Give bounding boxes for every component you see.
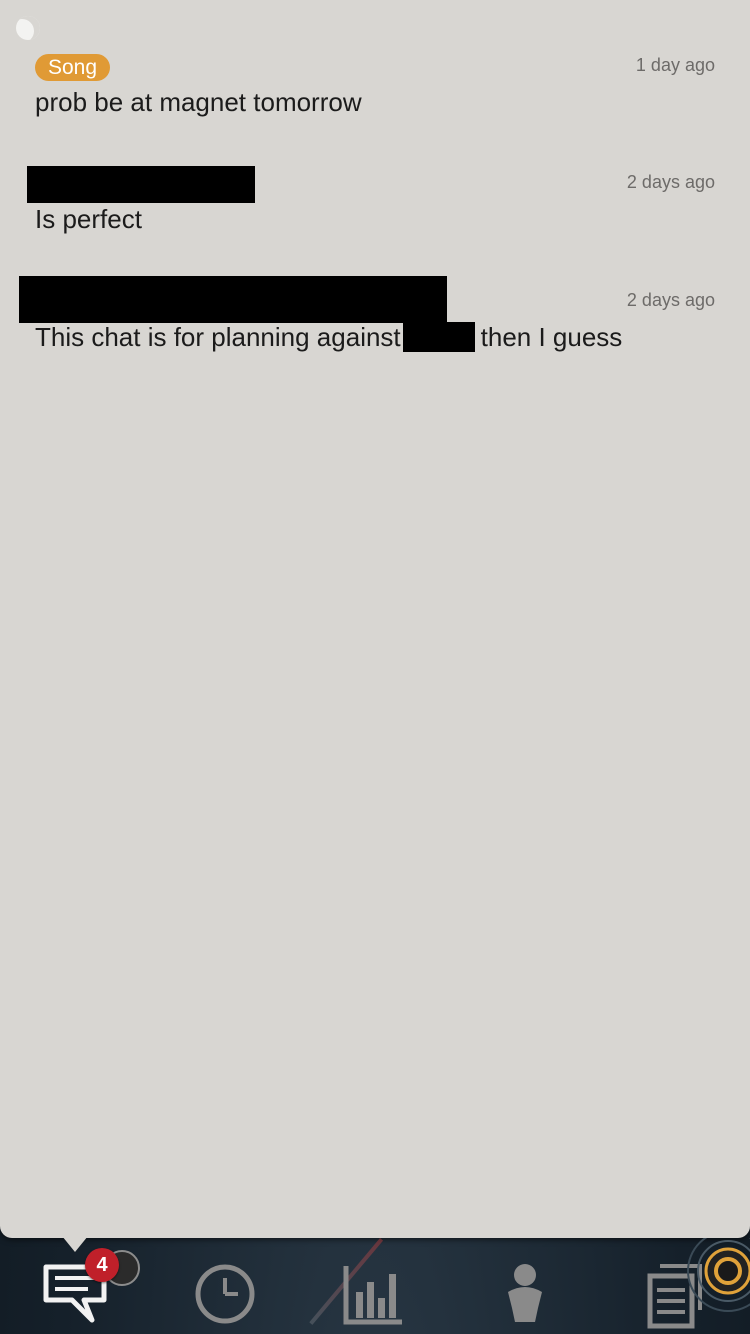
chat-badge: 4 xyxy=(85,1248,119,1282)
nav-settings[interactable] xyxy=(680,1238,750,1334)
clock-icon xyxy=(195,1264,255,1324)
sender-tag[interactable]: Song xyxy=(35,54,111,81)
message-text-before: This chat is for planning against xyxy=(35,322,401,352)
message-time: 2 days ago xyxy=(626,290,715,310)
message-text: prob be at magnet tomorrow xyxy=(35,87,362,117)
person-icon xyxy=(508,1264,542,1322)
screen: Song 1 day ago prob be at magnet tomorro… xyxy=(0,0,750,1334)
message-text: This chat is for planning against then I … xyxy=(35,322,622,353)
bar-chart-icon xyxy=(343,1266,402,1325)
message-text: Is perfect xyxy=(35,204,142,234)
message-time: 1 day ago xyxy=(635,55,715,75)
nav-stats[interactable] xyxy=(330,1248,420,1334)
redacted-word xyxy=(402,322,475,352)
redacted-sender xyxy=(19,276,447,323)
message-text-after: then I guess xyxy=(480,322,623,352)
message-time: 2 days ago xyxy=(626,172,715,192)
settings-dial-icon xyxy=(687,1238,750,1312)
moon-icon xyxy=(16,16,40,40)
nav-history[interactable] xyxy=(180,1248,270,1334)
redacted-sender xyxy=(27,166,255,203)
chat-panel[interactable]: Song 1 day ago prob be at magnet tomorro… xyxy=(0,0,750,1238)
nav-profile[interactable] xyxy=(480,1248,570,1334)
